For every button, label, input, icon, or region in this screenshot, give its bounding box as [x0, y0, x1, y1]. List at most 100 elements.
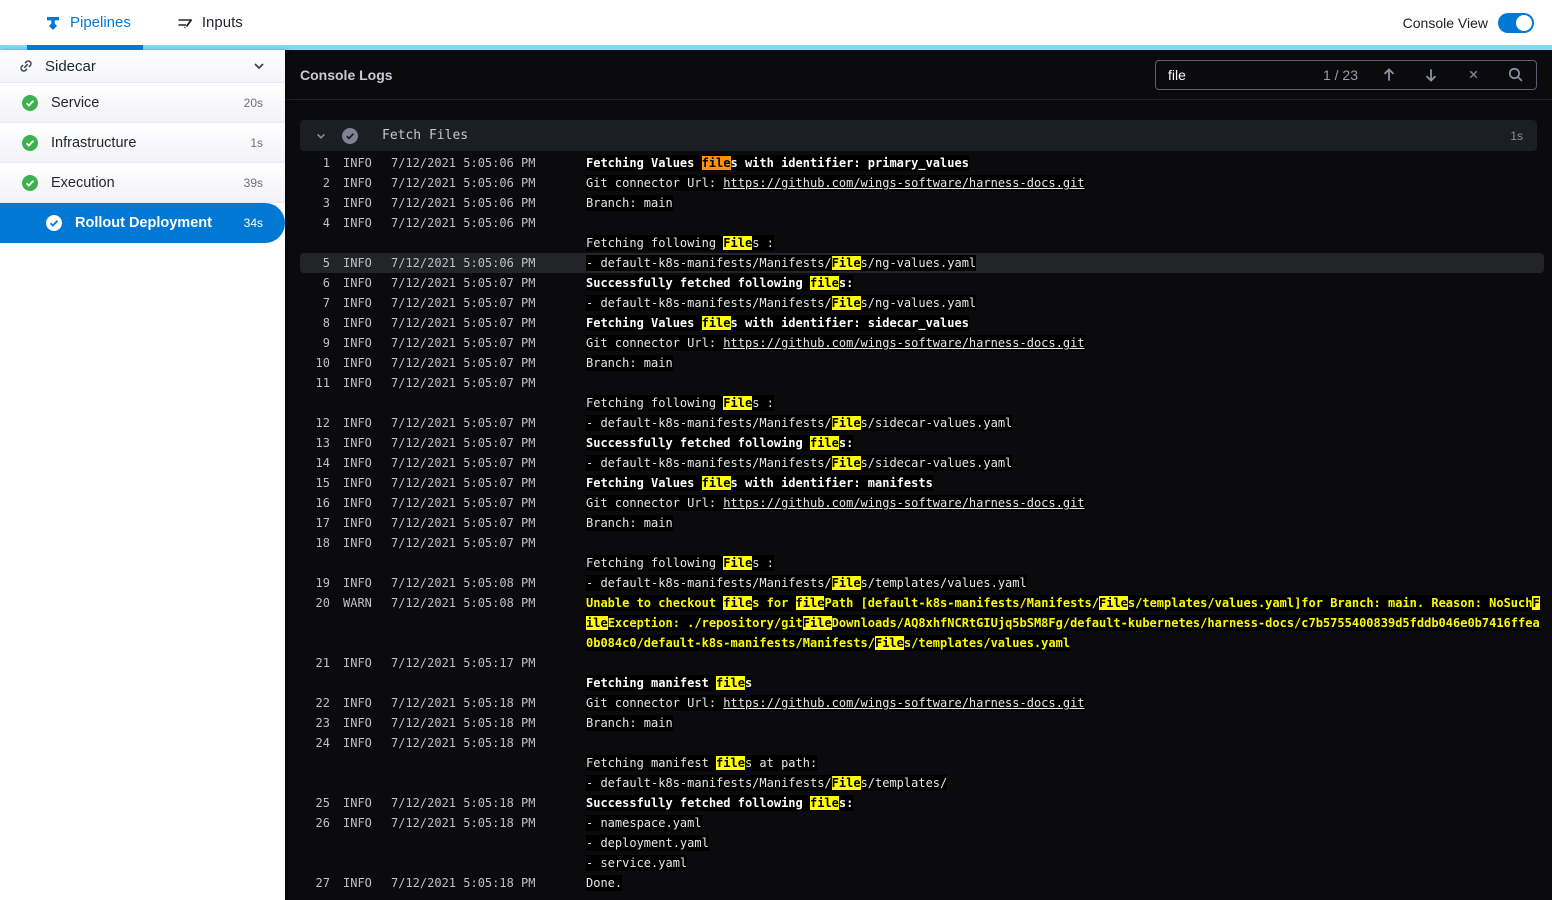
log-row[interactable]: 16 INFO 7/12/2021 5:05:07 PM Git connector … [300, 493, 1544, 513]
log-lvl: INFO [343, 356, 372, 370]
log-row[interactable]: - deployment.yaml [300, 833, 1544, 853]
log-row[interactable]: 17 INFO 7/12/2021 5:05:07 PM Branch: main [300, 513, 1544, 533]
log-row[interactable]: 4 INFO 7/12/2021 5:05:06 PM [300, 213, 1544, 233]
search-match-highlight: file [809, 796, 839, 810]
log-row[interactable]: 18 INFO 7/12/2021 5:05:07 PM [300, 533, 1544, 553]
log-row[interactable]: 24 INFO 7/12/2021 5:05:18 PM [300, 733, 1544, 753]
log-ts: 7/12/2021 5:05:07 PM [391, 436, 536, 450]
log-row[interactable]: - service.yaml [300, 853, 1544, 873]
search-icon[interactable] [1504, 64, 1526, 86]
log-row[interactable]: Fetching following Files : [300, 393, 1544, 413]
close-icon[interactable] [1462, 64, 1484, 86]
search-match-highlight: file [723, 596, 753, 610]
search-prev-icon[interactable] [1378, 64, 1400, 86]
log-lvl: INFO [343, 536, 372, 550]
log-lvl: INFO [343, 276, 372, 290]
search-next-icon[interactable] [1420, 64, 1442, 86]
log-row[interactable]: 7 INFO 7/12/2021 5:05:07 PM - default-k8s-m… [300, 293, 1544, 313]
sidebar-group-label: Sidecar [45, 57, 96, 75]
log-text: Downloads/AQ8xhfNCRtGIUjq5bSM8Fg/default… [831, 616, 1540, 630]
chevron-down-icon[interactable] [251, 58, 267, 74]
log-row[interactable]: 20 WARN 7/12/2021 5:05:08 PM Unable to chec… [300, 593, 1544, 613]
log-lvl: INFO [343, 436, 372, 450]
log-link[interactable]: https://github.com/wings-software/harnes… [723, 336, 1084, 350]
log-row[interactable]: 15 INFO 7/12/2021 5:05:07 PM Fetching Value… [300, 473, 1544, 493]
sidebar-item-service[interactable]: Service 20s [0, 83, 285, 123]
console-view-toggle[interactable] [1498, 12, 1534, 33]
log-row[interactable]: 21 INFO 7/12/2021 5:05:17 PM [300, 653, 1544, 673]
log-row[interactable]: 2 INFO 7/12/2021 5:05:06 PM Git connector U… [300, 173, 1544, 193]
log-row[interactable]: 1 INFO 7/12/2021 5:05:06 PM Fetching Values… [300, 153, 1544, 173]
log-text: s/ng-values.yaml [860, 296, 977, 310]
chevron-down-icon[interactable] [314, 129, 328, 143]
log-ts: 7/12/2021 5:05:07 PM [391, 536, 536, 550]
toggle-knob [1516, 14, 1532, 31]
search-match-highlight: file [701, 316, 731, 330]
log-message: Successfully fetched following files: [586, 273, 854, 293]
log-num: 26 [315, 816, 330, 830]
log-text: Fetching manifest [586, 676, 717, 690]
sidebar-group-sidecar[interactable]: Sidecar [0, 50, 285, 83]
log-message: Fetching following Files : [586, 233, 774, 253]
log-row[interactable]: 3 INFO 7/12/2021 5:05:06 PM Branch: main [300, 193, 1544, 213]
log-lvl: INFO [343, 316, 372, 330]
log-row[interactable]: ileException: ./repository/gitFileDownlo… [300, 613, 1544, 633]
search-match-highlight: file [809, 436, 839, 450]
log-row[interactable]: 23 INFO 7/12/2021 5:05:18 PM Branch: main [300, 713, 1544, 733]
log-rows: 1 INFO 7/12/2021 5:05:06 PM Fetching Values… [285, 151, 1552, 893]
search-match-highlight: File [723, 556, 753, 570]
search-input[interactable] [1168, 66, 1318, 83]
log-row[interactable]: Fetching manifest files [300, 673, 1544, 693]
sidebar-item-execution[interactable]: Execution 39s [0, 163, 285, 203]
log-row[interactable]: - default-k8s-manifests/Manifests/Files/… [300, 773, 1544, 793]
log-search-box[interactable]: 1 / 23 [1155, 59, 1537, 90]
sidebar-item-rollout-deployment[interactable]: Rollout Deployment 34s [0, 203, 285, 243]
log-text: Done. [586, 876, 623, 890]
log-row[interactable]: Fetching following Files : [300, 233, 1544, 253]
log-row[interactable]: 8 INFO 7/12/2021 5:05:07 PM Fetching Values… [300, 313, 1544, 333]
tab-pipelines[interactable]: Pipelines [45, 14, 131, 31]
log-row[interactable]: 19 INFO 7/12/2021 5:05:08 PM - default-k8s-… [300, 573, 1544, 593]
log-message: Fetching Values files with identifier: p… [586, 153, 969, 173]
stage-duration: 34s [243, 216, 263, 230]
log-link[interactable]: https://github.com/wings-software/harnes… [723, 176, 1084, 190]
log-row[interactable]: Fetching following Files : [300, 553, 1544, 573]
log-text: - default-k8s-manifests/Manifests/ [586, 256, 832, 270]
log-text: Exception: ./repository/git [607, 616, 803, 630]
log-message: Git connector Url: https://github.com/wi… [586, 333, 1085, 353]
log-row[interactable]: 12 INFO 7/12/2021 5:05:07 PM - default-k8s-… [300, 413, 1544, 433]
log-row[interactable]: 11 INFO 7/12/2021 5:05:07 PM [300, 373, 1544, 393]
tab-inputs[interactable]: Inputs [177, 14, 243, 31]
console-view-label: Console View [1402, 14, 1488, 31]
search-match-highlight: File [831, 256, 861, 270]
sidebar-item-infrastructure[interactable]: Infrastructure 1s [0, 123, 285, 163]
search-match-highlight: file [716, 756, 745, 770]
log-lvl: INFO [343, 336, 372, 350]
log-ts: 7/12/2021 5:05:18 PM [391, 736, 536, 750]
log-row[interactable]: 26 INFO 7/12/2021 5:05:18 PM - namespace.ya… [300, 813, 1544, 833]
log-lvl: INFO [343, 156, 372, 170]
log-row[interactable]: 5 INFO 7/12/2021 5:05:06 PM - default-k8s-m… [300, 253, 1544, 273]
log-row[interactable]: 9 INFO 7/12/2021 5:05:07 PM Git connector U… [300, 333, 1544, 353]
log-link[interactable]: https://github.com/wings-software/harnes… [723, 696, 1084, 710]
log-text: s/templates/values.yaml [860, 576, 1027, 590]
log-text: Unable to checkout [586, 596, 724, 610]
log-row[interactable]: Fetching manifest files at path: [300, 753, 1544, 773]
log-row[interactable]: 22 INFO 7/12/2021 5:05:18 PM Git connector … [300, 693, 1544, 713]
log-row[interactable]: 27 INFO 7/12/2021 5:05:18 PM Done. [300, 873, 1544, 893]
log-row[interactable]: 6 INFO 7/12/2021 5:05:07 PM Successfully fe… [300, 273, 1544, 293]
log-row[interactable]: 13 INFO 7/12/2021 5:05:07 PM Successfully f… [300, 433, 1544, 453]
log-text: s/templates/values.yaml]for Branch: main… [1127, 596, 1533, 610]
log-row[interactable]: 0b084c0/default-k8s-manifests/Manifests/… [300, 633, 1544, 653]
log-row[interactable]: 14 INFO 7/12/2021 5:05:07 PM - default-k8s-… [300, 453, 1544, 473]
log-section-duration: 1s [1510, 128, 1523, 143]
log-message: Git connector Url: https://github.com/wi… [586, 693, 1085, 713]
log-lvl: INFO [343, 216, 372, 230]
log-row[interactable]: 10 INFO 7/12/2021 5:05:07 PM Branch: main [300, 353, 1544, 373]
log-link[interactable]: https://github.com/wings-software/harnes… [723, 496, 1084, 510]
log-row[interactable]: 25 INFO 7/12/2021 5:05:18 PM Successfully f… [300, 793, 1544, 813]
log-lvl: INFO [343, 256, 372, 270]
log-num: 8 [322, 316, 330, 330]
log-section-fetch-files[interactable]: Fetch Files 1s [300, 120, 1537, 151]
log-text: s with identifier: manifests [730, 476, 933, 490]
